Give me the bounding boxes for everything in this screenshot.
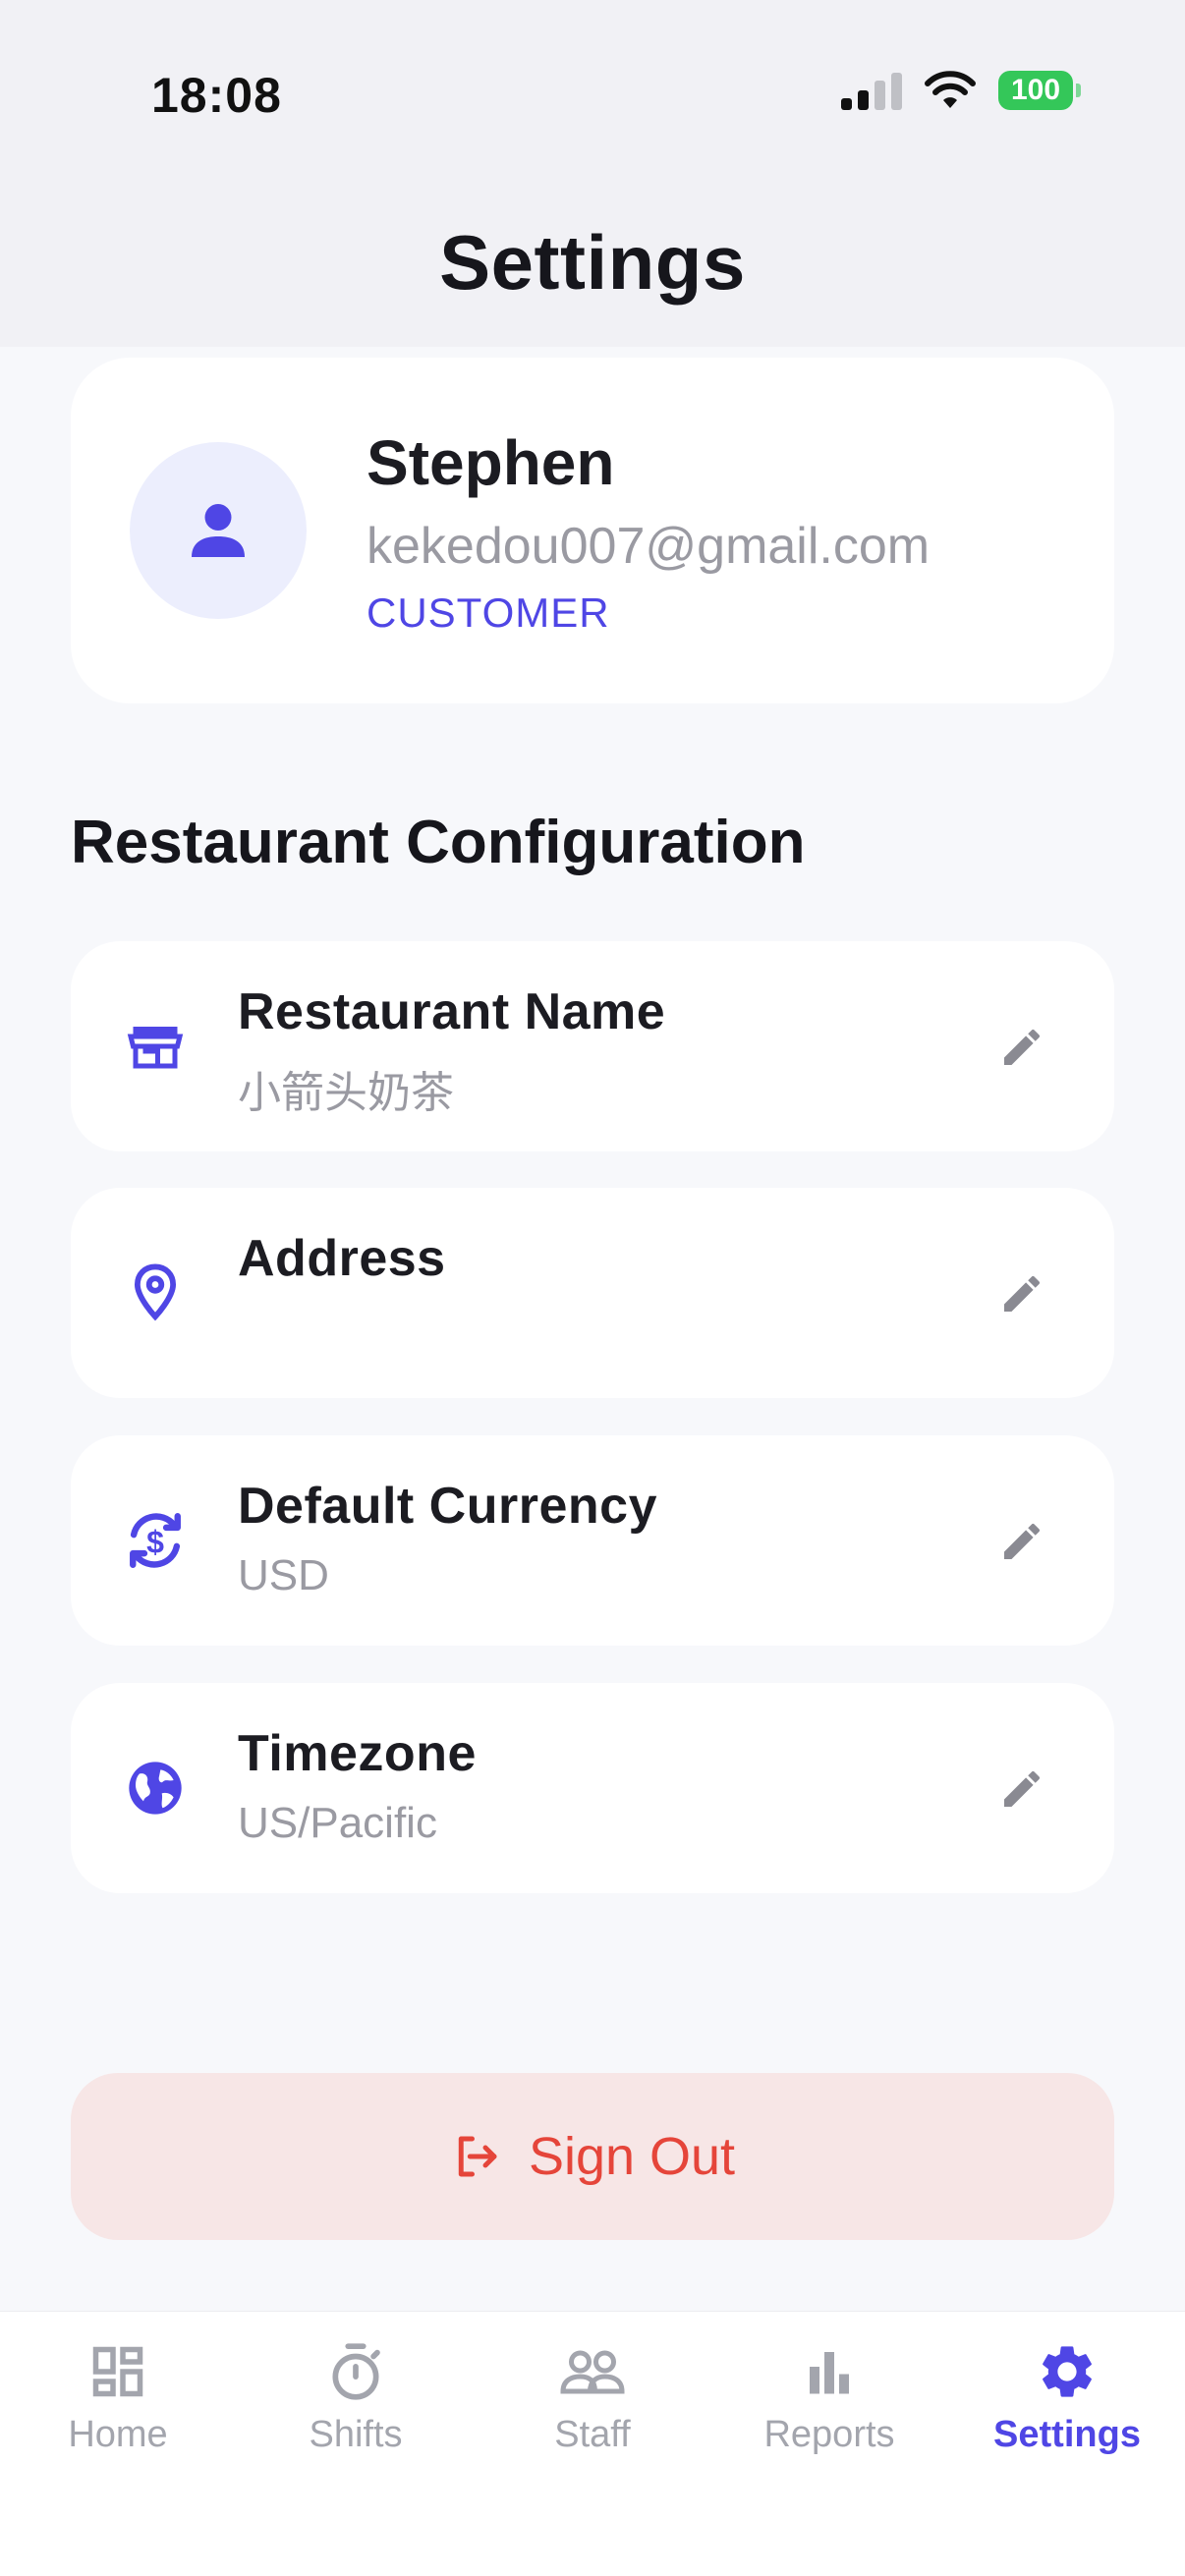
sign-out-label: Sign Out [528,2127,736,2186]
config-value: USD [238,1551,329,1599]
status-icons: 100 [841,71,1081,110]
tab-label: Settings [993,2414,1141,2455]
config-value: US/Pacific [238,1799,437,1847]
config-value: 小箭头奶茶 [238,1069,454,1117]
tab-label: Home [68,2414,168,2455]
logout-icon [458,2136,497,2177]
stopwatch-icon [321,2337,390,2406]
config-item-restaurant-name[interactable]: Restaurant Name 小箭头奶茶 [71,941,1114,1151]
tab-shifts[interactable]: Shifts [248,2337,464,2456]
bar-chart-icon [795,2337,864,2406]
profile-role: CUSTOMER [367,589,610,636]
tab-settings[interactable]: Settings [959,2337,1175,2456]
tab-staff[interactable]: Staff [484,2337,701,2456]
currency-exchange-icon: $ [114,1499,197,1582]
status-time: 18:08 [151,68,282,123]
config-item-timezone[interactable]: Timezone US/Pacific [71,1683,1114,1893]
settings-screen: 18:08 100 Settings Stephen kekedou007@gm… [0,0,1185,2576]
config-label: Restaurant Name [238,983,666,1040]
cellular-signal-icon [841,71,902,110]
profile-email: kekedou007@gmail.com [367,518,931,575]
battery-level: 100 [998,71,1073,110]
tab-label: Reports [763,2414,895,2455]
profile-card[interactable]: Stephen kekedou007@gmail.com CUSTOMER [71,358,1114,703]
pencil-icon[interactable] [994,1266,1049,1321]
avatar [130,442,307,619]
people-icon [558,2337,627,2406]
page-title: Settings [439,219,746,306]
gear-icon [1033,2337,1101,2406]
pencil-icon[interactable] [994,1020,1049,1075]
config-label: Timezone [238,1725,477,1782]
battery-icon: 100 [998,71,1081,110]
config-label: Default Currency [238,1478,657,1535]
globe-icon [114,1747,197,1829]
location-pin-icon [114,1252,197,1334]
pencil-icon[interactable] [994,1514,1049,1569]
config-label: Address [238,1230,446,1287]
person-icon [192,504,245,557]
header-area: 18:08 100 Settings [0,0,1185,347]
tab-label: Shifts [309,2414,403,2455]
pencil-icon[interactable] [994,1762,1049,1817]
section-title: Restaurant Configuration [71,809,806,876]
config-item-default-currency[interactable]: $ Default Currency USD [71,1435,1114,1646]
profile-name: Stephen [367,427,615,498]
tab-label: Staff [554,2414,631,2455]
tab-reports[interactable]: Reports [721,2337,937,2456]
sign-out-button[interactable]: Sign Out [71,2073,1114,2240]
tab-home[interactable]: Home [10,2337,226,2456]
bottom-tab-bar: Home Shifts Staff Reports Settings [0,2311,1185,2576]
wifi-icon [925,71,976,108]
store-icon [114,1005,197,1088]
dashboard-icon [84,2337,152,2406]
config-item-address[interactable]: Address [71,1188,1114,1398]
svg-text:$: $ [146,1525,164,1560]
